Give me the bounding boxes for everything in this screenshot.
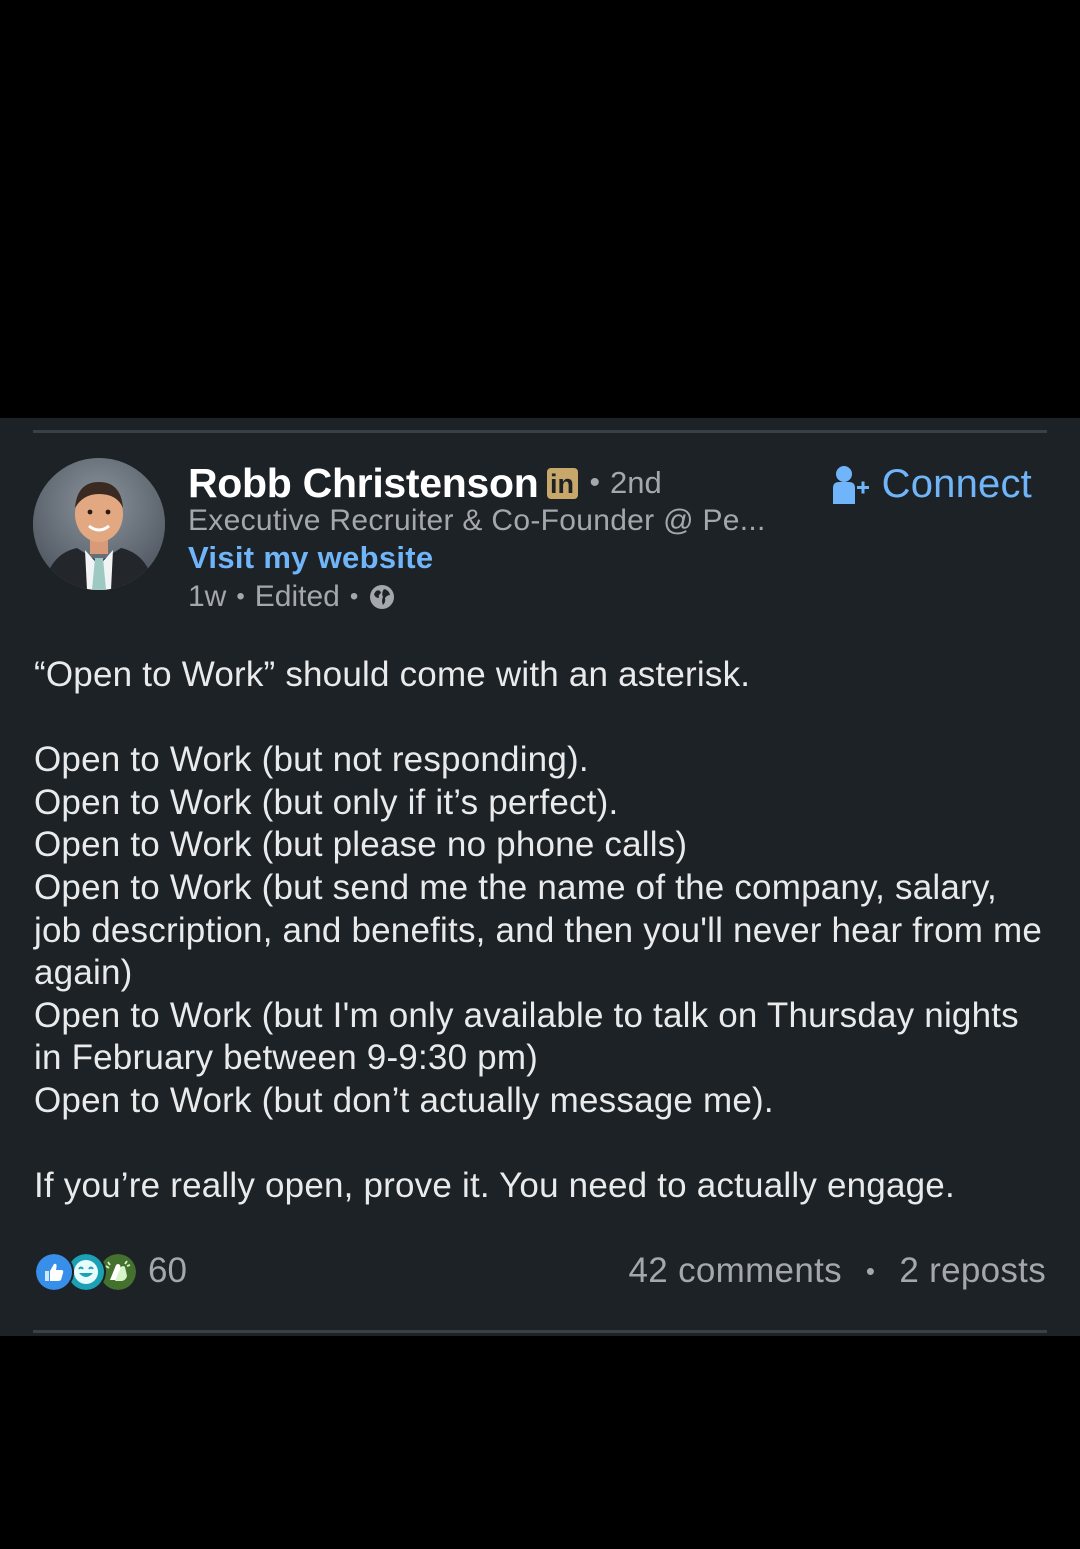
top-divider bbox=[33, 430, 1047, 433]
post-line: Open to Work (but send me the name of th… bbox=[34, 867, 1043, 993]
feed-post-card: Robb Christenson in • 2nd Executive Recr… bbox=[0, 418, 1080, 1336]
linkedin-premium-badge-icon: in bbox=[546, 467, 578, 499]
separator-dot: • bbox=[236, 583, 245, 610]
separator-dot: • bbox=[865, 1255, 876, 1286]
post-line: Open to Work (but only if it’s perfect). bbox=[34, 782, 619, 822]
post-age: 1w bbox=[188, 580, 227, 613]
post-line: Open to Work (but I'm only available to … bbox=[34, 995, 1019, 1078]
comments-link[interactable]: 42 comments bbox=[629, 1251, 842, 1291]
bottom-divider bbox=[33, 1330, 1047, 1333]
screen: Robb Christenson in • 2nd Executive Recr… bbox=[0, 0, 1080, 1549]
connect-label: Connect bbox=[881, 461, 1032, 506]
author-avatar[interactable] bbox=[33, 458, 165, 590]
author-name[interactable]: Robb Christenson bbox=[188, 460, 539, 507]
separator-dot: • bbox=[589, 466, 601, 499]
connect-button[interactable]: Connect bbox=[832, 458, 1032, 510]
globe-icon bbox=[370, 585, 395, 609]
author-headline: Executive Recruiter & Co-Founder @ Pe... bbox=[188, 504, 766, 537]
avatar-photo bbox=[33, 458, 165, 590]
post-meta: 1w • Edited • bbox=[188, 578, 396, 616]
post-body: “Open to Work” should come with an aster… bbox=[34, 654, 1044, 1208]
author-name-row: Robb Christenson in • 2nd bbox=[188, 458, 662, 508]
reposts-link[interactable]: 2 reposts bbox=[899, 1251, 1046, 1291]
post-line: Open to Work (but don’t actually message… bbox=[34, 1080, 774, 1120]
like-icon bbox=[34, 1252, 74, 1292]
add-person-icon bbox=[832, 466, 869, 504]
post-line: Open to Work (but please no phone calls) bbox=[34, 825, 688, 865]
post-intro: “Open to Work” should come with an aster… bbox=[34, 655, 751, 694]
connection-degree: 2nd bbox=[610, 465, 662, 500]
visit-website-link[interactable]: Visit my website bbox=[188, 540, 433, 576]
post-line: Open to Work (but not responding). bbox=[34, 740, 589, 780]
reaction-icons bbox=[34, 1251, 138, 1292]
post-stats: 42 comments • 2 reposts bbox=[629, 1248, 1046, 1294]
reactions-summary[interactable]: 60 bbox=[34, 1248, 187, 1294]
separator-dot: • bbox=[349, 583, 359, 610]
post-closing: If you’re really open, prove it. You nee… bbox=[34, 1166, 955, 1206]
reaction-count: 60 bbox=[148, 1251, 187, 1290]
badge-text: in bbox=[550, 468, 575, 499]
edited-label: Edited bbox=[254, 580, 340, 613]
